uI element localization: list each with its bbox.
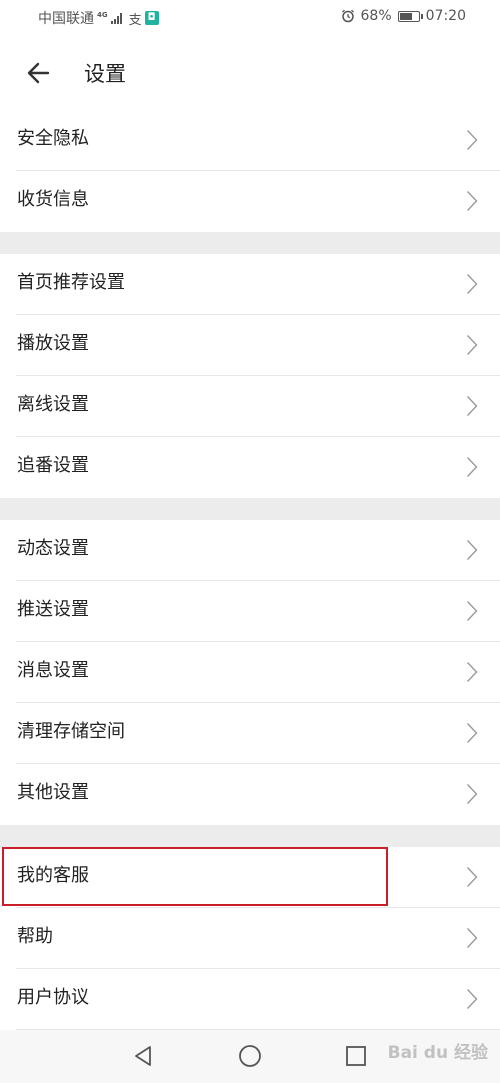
chevron-right-icon <box>466 989 478 1009</box>
settings-row[interactable]: 用户协议 <box>0 969 500 1030</box>
settings-row[interactable]: 我的客服 <box>0 847 500 908</box>
section-gap <box>0 498 500 520</box>
chevron-right-icon <box>466 662 478 682</box>
settings-row-label: 推送设置 <box>17 599 89 620</box>
settings-row-label: 追番设置 <box>17 455 89 476</box>
settings-row-label: 收货信息 <box>17 189 89 210</box>
chevron-right-icon <box>466 457 478 477</box>
settings-row[interactable]: 其他设置 <box>0 764 500 825</box>
chevron-right-icon <box>466 540 478 560</box>
settings-row-label: 安全隐私 <box>17 128 89 149</box>
watermark: Bai du 经验 <box>387 1043 488 1063</box>
chevron-right-icon <box>466 274 478 294</box>
settings-row-label: 动态设置 <box>17 538 89 559</box>
settings-row-label: 离线设置 <box>17 394 89 415</box>
app-header: 设置 <box>0 34 500 111</box>
settings-row[interactable]: 播放设置 <box>0 315 500 376</box>
battery-icon <box>397 10 423 22</box>
chevron-right-icon <box>466 601 478 621</box>
page-title: 设置 <box>84 62 126 86</box>
chevron-right-icon <box>466 867 478 887</box>
settings-row[interactable]: 收货信息 <box>0 171 500 232</box>
settings-row-label: 帮助 <box>17 926 53 947</box>
settings-list: 安全隐私收货信息首页推荐设置 播放设置离线设置追番设置动态设置推送设置消息设置清理… <box>0 110 500 1030</box>
battery-fill <box>399 12 412 20</box>
square-recent-icon[interactable] <box>344 1044 368 1068</box>
settings-row[interactable]: 离线设置 <box>0 376 500 437</box>
settings-row[interactable]: 帮助 <box>0 908 500 969</box>
chevron-right-icon <box>466 784 478 804</box>
settings-row-label: 消息设置 <box>17 660 89 681</box>
settings-row[interactable]: 首页推荐设置 <box>0 254 500 315</box>
settings-row[interactable]: 消息设置 <box>0 642 500 703</box>
settings-row[interactable]: 追番设置 <box>0 437 500 498</box>
settings-row-label: 我的客服 <box>17 865 89 886</box>
settings-row-label: 播放设置 <box>17 333 89 354</box>
settings-row[interactable]: 安全隐私 <box>0 110 500 171</box>
pay-icon: 支 <box>128 12 142 28</box>
status-right: 68% 07:20 <box>341 8 466 24</box>
section-gap <box>0 232 500 254</box>
settings-row[interactable]: 清理存储空间 <box>0 703 500 764</box>
back-button[interactable] <box>22 56 56 90</box>
carrier-name: 中国联通 <box>38 11 94 27</box>
settings-row-label: 其他设置 <box>17 782 89 803</box>
signal-icon <box>110 12 122 24</box>
chevron-right-icon <box>466 396 478 416</box>
settings-row[interactable]: 动态设置 <box>0 520 500 581</box>
chevron-right-icon <box>466 191 478 211</box>
settings-row-label: 首页推荐设置 <box>17 272 125 293</box>
section-gap <box>0 825 500 847</box>
status-left: 中国联通 4G 支 ◘ <box>38 8 159 28</box>
chevron-right-icon <box>466 130 478 150</box>
settings-row-label: 清理存储空间 <box>17 721 125 742</box>
chevron-right-icon <box>466 928 478 948</box>
triangle-back-icon[interactable] <box>131 1044 155 1068</box>
settings-row[interactable]: 推送设置 <box>0 581 500 642</box>
battery-percent: 68% <box>360 8 392 24</box>
status-bar: 中国联通 4G 支 ◘ 68% 07:20 <box>0 0 500 34</box>
settings-row-label: 用户协议 <box>17 987 89 1008</box>
chevron-right-icon <box>466 335 478 355</box>
arrow-left-icon <box>27 62 50 84</box>
circle-home-icon[interactable] <box>238 1044 262 1068</box>
network-type: 4G <box>97 10 108 19</box>
chevron-right-icon <box>466 723 478 743</box>
alarm-icon <box>341 9 354 23</box>
app-badge-icon: ◘ <box>144 11 159 25</box>
clock-time: 07:20 <box>425 8 466 24</box>
